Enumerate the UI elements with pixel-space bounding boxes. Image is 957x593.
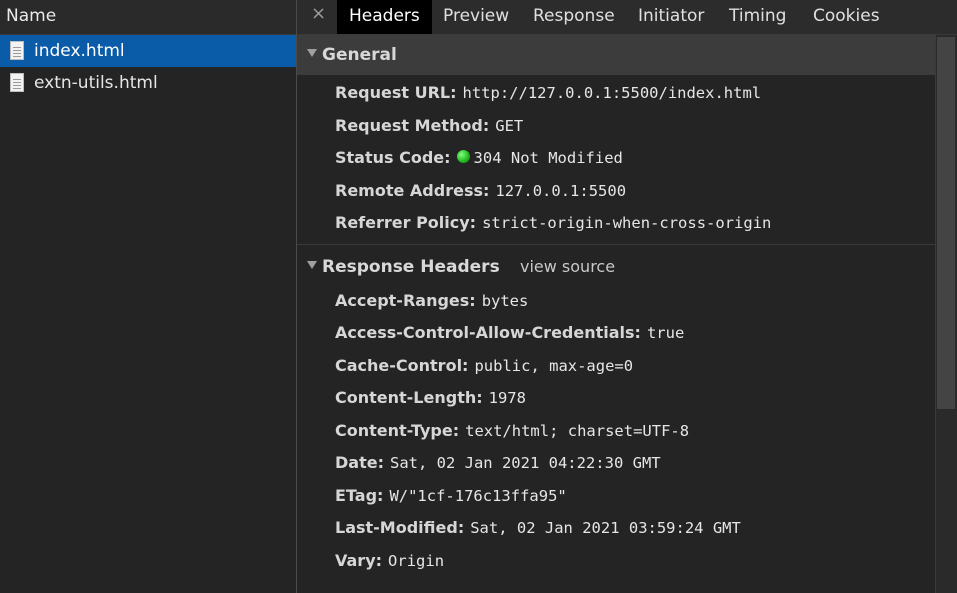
header-row-cache-control: Cache-Control: public, max-age=0 xyxy=(297,350,935,383)
view-source-link[interactable]: view source xyxy=(520,249,615,285)
header-value: Origin xyxy=(388,551,445,570)
header-row-etag: ETag: W/"1cf-176c13ffa95" xyxy=(297,480,935,513)
header-key: Access-Control-Allow-Credentials: xyxy=(335,323,641,342)
section-divider xyxy=(297,243,935,245)
header-row-status-code: Status Code: 304 Not Modified xyxy=(297,142,935,175)
header-value: http://127.0.0.1:5500/index.html xyxy=(462,84,762,102)
header-key: Remote Address: xyxy=(335,180,490,200)
details-tab-bar: × Headers Preview Response Initiator Tim… xyxy=(297,0,957,35)
header-value: true xyxy=(646,324,685,342)
header-row-remote-address: Remote Address: 127.0.0.1:5500 xyxy=(297,175,935,208)
header-key: ETag: xyxy=(335,485,384,505)
header-row-request-method: Request Method: GET xyxy=(297,110,935,143)
header-row-content-type: Content-Type: text/html; charset=UTF-8 xyxy=(297,415,935,448)
document-icon xyxy=(10,41,24,60)
header-row-date: Date: Sat, 02 Jan 2021 04:22:30 GMT xyxy=(297,447,935,480)
header-row-content-length: Content-Length: 1978 xyxy=(297,382,935,415)
response-header-rows: Accept-Ranges: bytes Access-Control-Allow… xyxy=(297,285,935,578)
header-value: 1978 xyxy=(488,389,526,407)
header-key: Last-Modified: xyxy=(335,518,465,537)
tab-initiator[interactable]: Initiator xyxy=(626,0,716,34)
close-icon[interactable]: × xyxy=(311,3,326,24)
header-key: Referrer Policy: xyxy=(335,213,477,232)
header-value: 304 Not Modified xyxy=(473,149,623,167)
request-list-pane: Name index.html extn-utils.html xyxy=(0,0,297,593)
tab-headers[interactable]: Headers xyxy=(337,0,432,34)
header-value: 127.0.0.1:5500 xyxy=(495,181,627,200)
section-title: Response Headers xyxy=(322,256,500,277)
general-section-header[interactable]: General xyxy=(297,35,935,75)
response-headers-section-header[interactable]: Response Headers view source xyxy=(297,249,935,285)
header-row-request-url: Request URL: http://127.0.0.1:5500/index.… xyxy=(297,77,935,110)
tab-preview[interactable]: Preview xyxy=(431,0,521,34)
headers-content: General Request URL: http://127.0.0.1:550… xyxy=(297,35,935,593)
tab-response[interactable]: Response xyxy=(521,0,627,34)
header-row-last-modified: Last-Modified: Sat, 02 Jan 2021 03:59:24 … xyxy=(297,512,935,545)
header-key: Status Code: xyxy=(335,148,451,167)
request-row-label: extn-utils.html xyxy=(34,73,158,93)
header-key: Vary: xyxy=(335,550,383,570)
header-value: Sat, 02 Jan 2021 04:22:30 GMT xyxy=(389,454,661,472)
tab-cookies[interactable]: Cookies xyxy=(801,0,892,34)
header-key: Request URL: xyxy=(335,83,457,102)
request-row-extn-utils-html[interactable]: extn-utils.html xyxy=(0,67,296,99)
header-key: Request Method: xyxy=(335,115,490,135)
header-value: Sat, 02 Jan 2021 03:59:24 GMT xyxy=(470,519,741,537)
header-key: Content-Type: xyxy=(335,420,460,440)
header-key: Cache-Control: xyxy=(335,355,469,375)
tab-timing[interactable]: Timing xyxy=(717,0,798,34)
request-row-label: index.html xyxy=(34,41,125,61)
header-row-referrer-policy: Referrer Policy: strict-origin-when-cross… xyxy=(297,207,935,240)
header-value: bytes xyxy=(481,291,529,310)
header-value: GET xyxy=(495,116,524,135)
header-value: strict-origin-when-cross-origin xyxy=(482,214,772,232)
scrollbar-thumb[interactable] xyxy=(937,37,955,409)
request-details-pane: × Headers Preview Response Initiator Tim… xyxy=(297,0,957,593)
header-value: W/"1cf-176c13ffa95" xyxy=(389,486,567,505)
header-key: Content-Length: xyxy=(335,388,483,407)
expand-triangle-icon xyxy=(307,260,317,269)
header-row-vary: Vary: Origin xyxy=(297,545,935,578)
status-ok-dot-icon xyxy=(456,150,470,163)
name-column-header[interactable]: Name xyxy=(0,0,296,35)
header-value: text/html; charset=UTF-8 xyxy=(465,421,690,440)
document-icon xyxy=(10,73,24,92)
request-row-index-html[interactable]: index.html xyxy=(0,35,296,67)
header-row-accept-ranges: Accept-Ranges: bytes xyxy=(297,285,935,318)
vertical-scrollbar[interactable] xyxy=(935,35,957,593)
header-key: Accept-Ranges: xyxy=(335,290,476,310)
header-key: Date: xyxy=(335,453,384,472)
header-row-access-control-allow-credentials: Access-Control-Allow-Credentials: true xyxy=(297,317,935,350)
header-value: public, max-age=0 xyxy=(474,356,634,375)
general-rows: Request URL: http://127.0.0.1:5500/index.… xyxy=(297,75,935,240)
expand-triangle-icon xyxy=(307,49,317,57)
section-title: General xyxy=(322,45,397,65)
